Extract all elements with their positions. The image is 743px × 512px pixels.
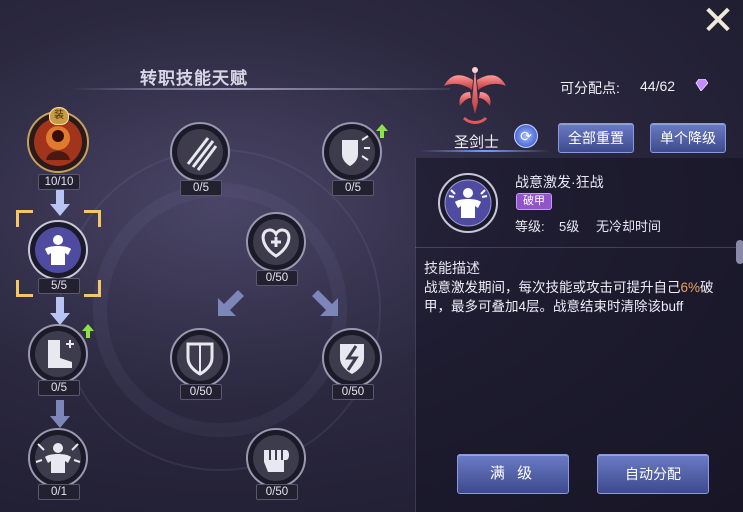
panel-divider <box>415 247 743 248</box>
skill-node-heart[interactable]: 0/50 <box>244 210 308 286</box>
reset-all-button[interactable]: 全部重置 <box>558 123 634 153</box>
node-count: 0/50 <box>332 384 374 400</box>
skill-node-shield-burst[interactable]: 0/5 <box>320 120 384 196</box>
fist-icon <box>246 428 306 488</box>
equipped-badge: 装 <box>49 107 69 125</box>
points-label: 可分配点: <box>560 80 620 96</box>
skill-node-claw[interactable]: 0/5 <box>168 120 232 196</box>
rage-burst-icon <box>28 428 88 488</box>
description-title: 技能描述 <box>424 260 480 276</box>
description-part1: 战意激发期间，每次技能或攻击可提升自己 <box>424 280 681 295</box>
swap-class-icon[interactable]: ⟳ <box>514 124 538 148</box>
cracked-shield-icon <box>322 328 382 388</box>
skill-node-fist[interactable]: 0/50 <box>244 426 308 500</box>
level-value: 5级 <box>559 219 580 234</box>
class-name: 圣剑士 <box>454 134 500 151</box>
skill-tag-badge: 破甲 <box>516 193 552 210</box>
upgrade-arrow-icon <box>82 324 94 338</box>
skill-node-cracked-shield[interactable]: 0/50 <box>320 326 384 400</box>
skill-node-boots[interactable]: 0/5 <box>26 322 90 396</box>
scroll-handle[interactable] <box>736 240 743 264</box>
arrow-down-left-icon <box>218 290 244 316</box>
description-highlight: 6% <box>680 280 701 295</box>
node-count: 0/5 <box>180 180 222 196</box>
skill-name: 战意激发·狂战 <box>515 174 604 190</box>
node-count: 0/5 <box>332 180 374 196</box>
arrow-down-icon <box>50 297 70 325</box>
title-divider <box>70 88 450 90</box>
auto-assign-button[interactable]: 自动分配 <box>597 454 709 494</box>
skill-node-shield[interactable]: 0/50 <box>168 326 232 400</box>
arrow-down-icon <box>50 188 70 216</box>
upgrade-arrow-icon <box>376 124 388 138</box>
node-count: 0/5 <box>38 380 80 396</box>
cooldown-text: 无冷却时间 <box>596 219 662 234</box>
node-count: 0/1 <box>38 484 80 500</box>
class-underline <box>420 150 550 152</box>
skill-node-rage-burst[interactable]: 0/1 <box>26 426 90 500</box>
close-icon[interactable]: ✕ <box>701 1 735 41</box>
selected-skill-icon <box>438 173 498 233</box>
rage-body-icon <box>28 220 88 280</box>
claw-slash-icon <box>170 122 230 182</box>
arrow-down-right-icon <box>312 290 338 316</box>
page-title: 转职技能天赋 <box>140 69 248 88</box>
boots-plus-icon <box>28 324 88 384</box>
skill-node-rage-body[interactable]: 5/5 <box>26 218 90 294</box>
arrow-down-icon <box>50 400 70 428</box>
level-label: 等级: <box>515 219 545 234</box>
node-count: 0/50 <box>256 270 298 286</box>
shield-burst-icon <box>322 122 382 182</box>
selection-corner <box>84 210 101 227</box>
selection-corner <box>84 280 101 297</box>
node-count: 0/50 <box>180 384 222 400</box>
points-value: 44/62 <box>640 78 676 94</box>
single-downgrade-button[interactable]: 单个降级 <box>650 123 726 153</box>
max-level-button[interactable]: 满 级 <box>457 454 569 494</box>
skill-description: 战意激发期间，每次技能或攻击可提升自己6%破甲，最多可叠加4层。战意结束时清除该… <box>424 278 734 316</box>
heart-plus-icon <box>246 212 306 272</box>
shield-icon <box>170 328 230 388</box>
selection-corner <box>16 210 33 227</box>
gem-icon <box>695 79 708 91</box>
node-count: 10/10 <box>38 174 80 190</box>
node-count: 5/5 <box>38 278 80 294</box>
node-count: 0/50 <box>256 484 298 500</box>
selection-corner <box>16 280 33 297</box>
class-emblem-icon <box>444 67 506 124</box>
